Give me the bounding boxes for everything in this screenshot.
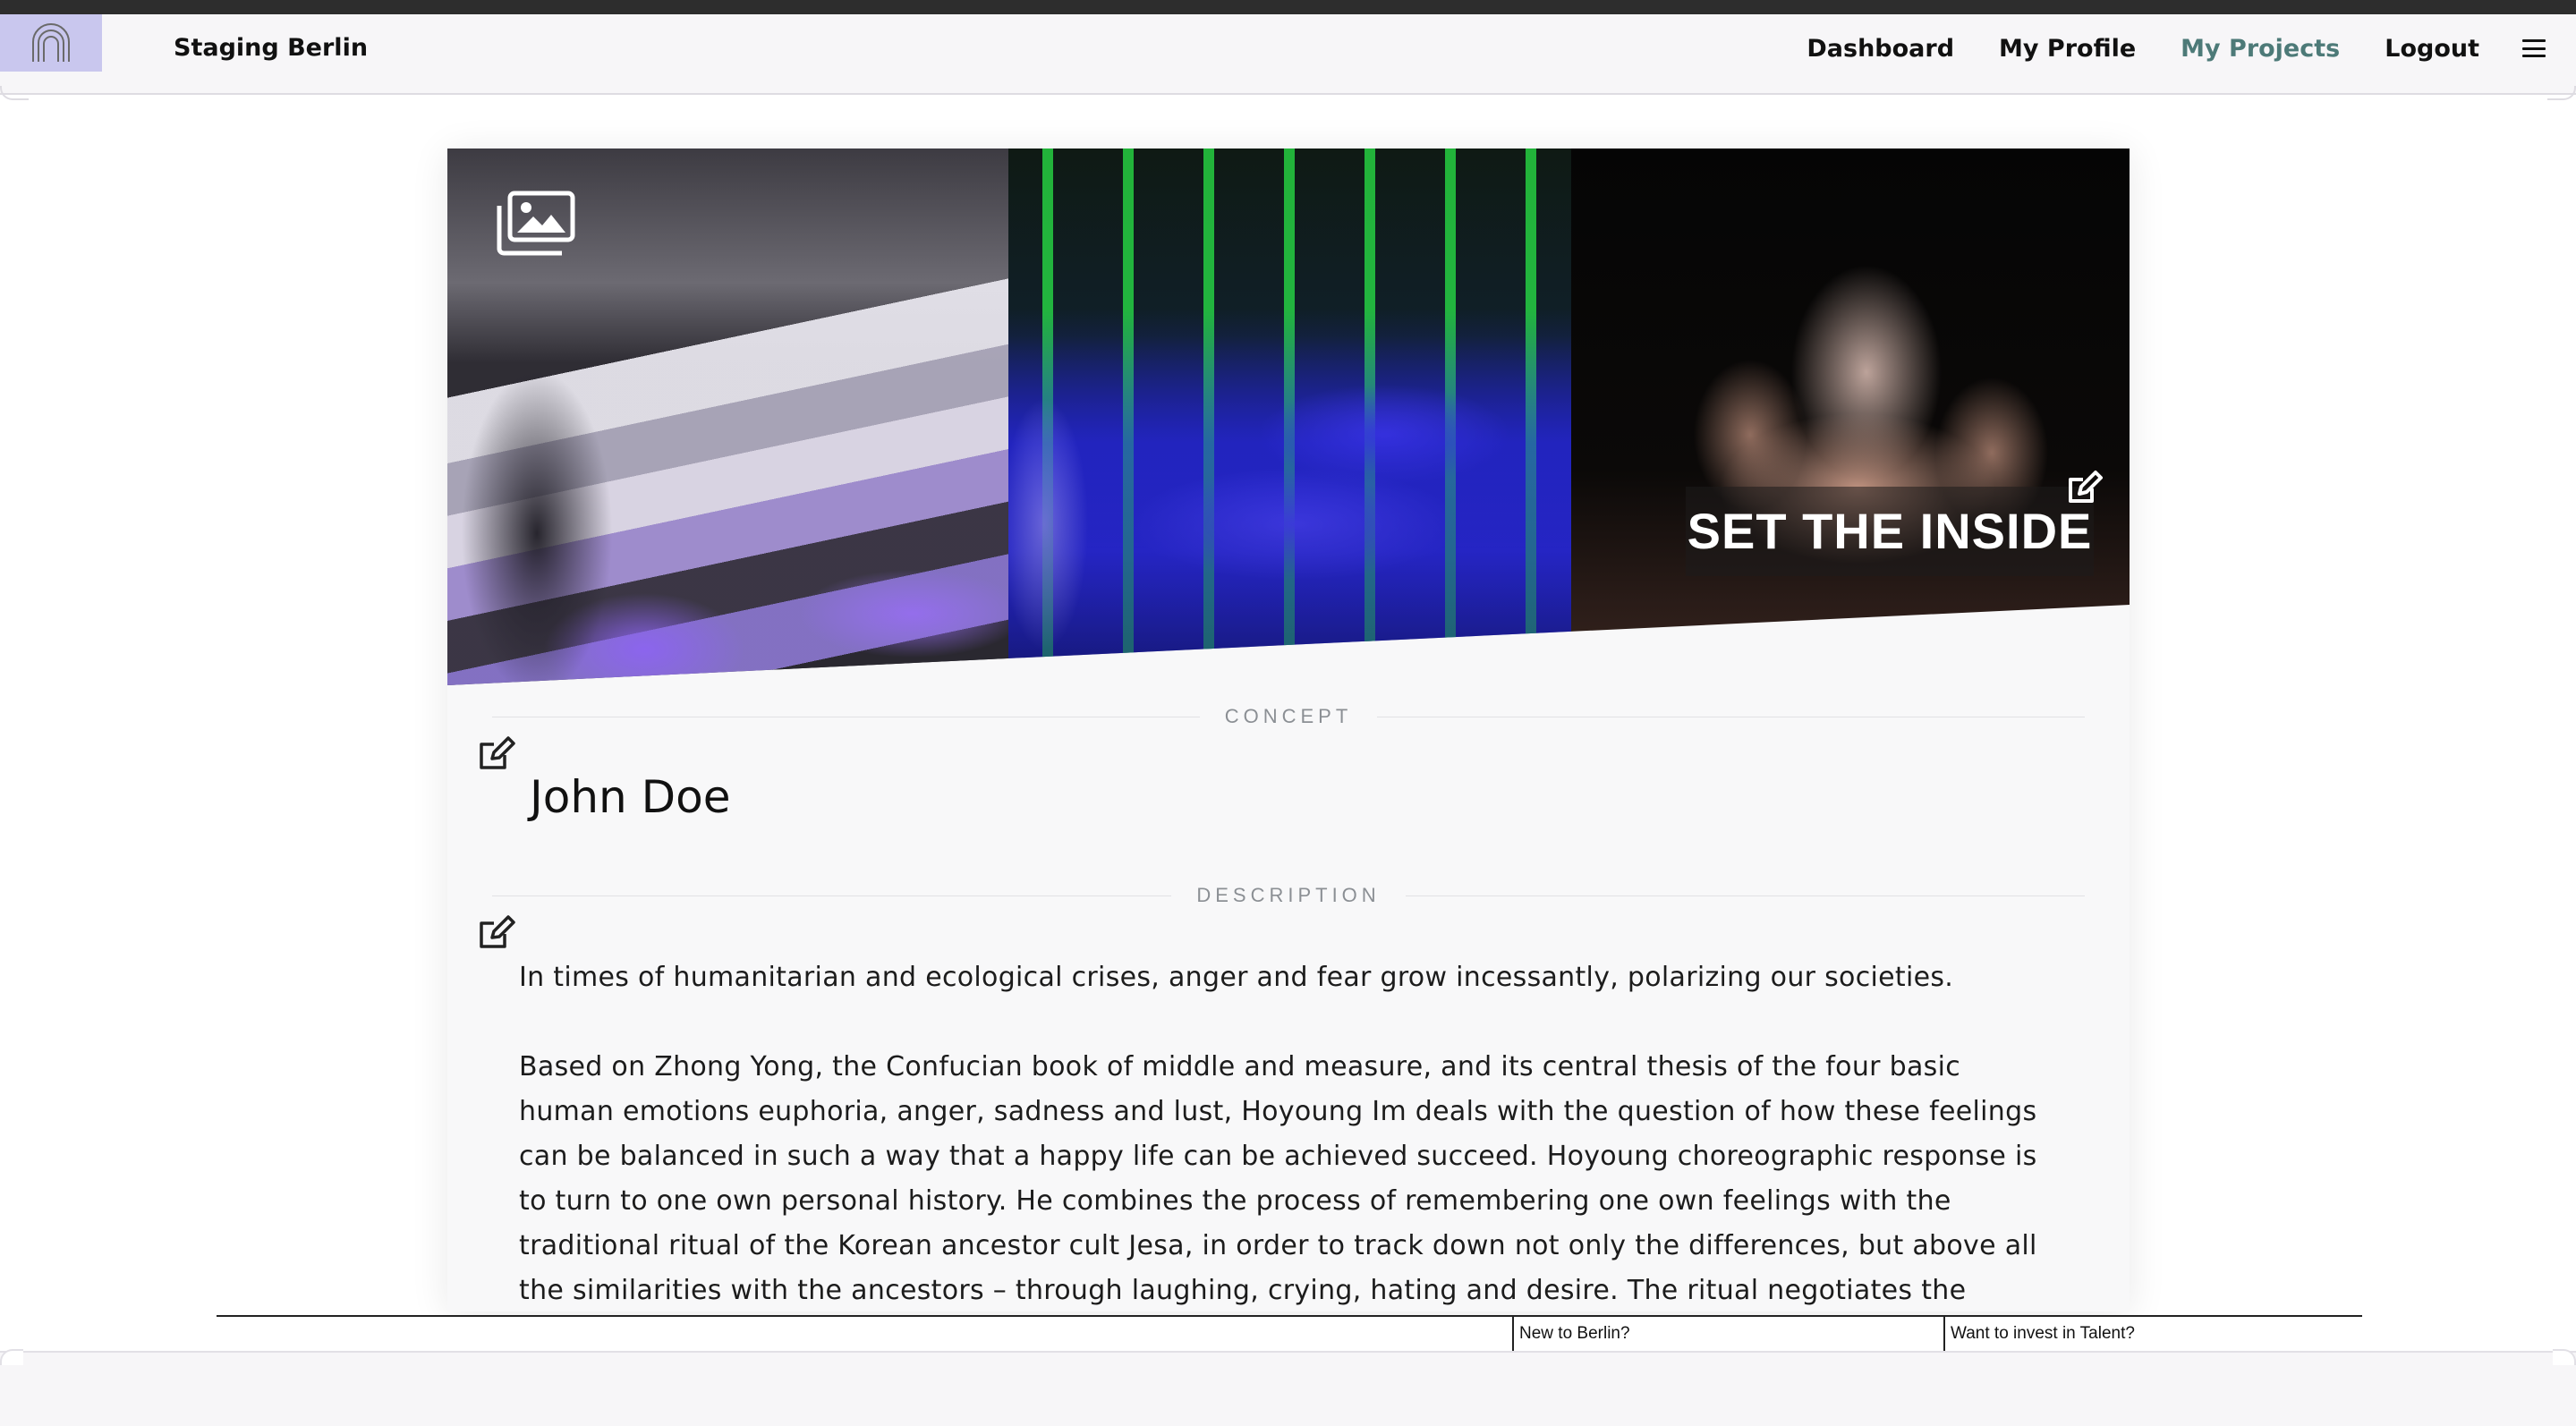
top-navbar: Staging Berlin Dashboard My Profile My P… xyxy=(0,14,2576,95)
footer-link-invest-in-talent[interactable]: Want to invest in Talent? xyxy=(1943,1317,2362,1351)
hero-image-ensemble[interactable] xyxy=(1571,149,2130,685)
navbar-corner-right xyxy=(2547,86,2576,100)
description-section-label: DESCRIPTION xyxy=(492,882,2086,909)
nav-logout[interactable]: Logout xyxy=(2385,35,2479,63)
edit-description-icon[interactable] xyxy=(478,914,517,950)
footer-link-new-to-berlin[interactable]: New to Berlin? xyxy=(1512,1317,1945,1351)
concept-label: CONCEPT xyxy=(1224,705,1353,727)
hero-gallery: SET THE INSIDE xyxy=(447,149,2130,685)
description-paragraph: In times of humanitarian and ecological … xyxy=(519,962,1954,993)
bottom-panel xyxy=(0,1351,2576,1426)
hero-image-strip xyxy=(447,149,2130,685)
hero-image-stage-lights[interactable] xyxy=(1008,149,1571,685)
project-card: SET THE INSIDE CONCEPT John Doe DESCRIPT… xyxy=(447,149,2130,1311)
concept-title: John Doe xyxy=(530,771,731,823)
arch-logo-icon xyxy=(32,23,70,62)
footer-bar: New to Berlin? Want to invest in Talent? xyxy=(217,1315,2362,1351)
gallery-icon[interactable] xyxy=(492,190,578,258)
nav-my-profile[interactable]: My Profile xyxy=(1999,35,2136,63)
concept-section-label: CONCEPT xyxy=(492,703,2085,730)
navbar-corner-left xyxy=(0,86,29,100)
hamburger-menu-icon[interactable] xyxy=(2522,39,2546,57)
nav-dashboard[interactable]: Dashboard xyxy=(1807,35,1954,63)
nav-links: Dashboard My Profile My Projects Logout xyxy=(1762,27,2576,70)
description-paragraph: Based on Zhong Yong, the Confucian book … xyxy=(519,1051,2037,1306)
project-title: SET THE INSIDE xyxy=(1687,503,2093,559)
description-label: DESCRIPTION xyxy=(1196,884,1381,906)
window-top-strip xyxy=(0,0,2576,14)
edit-concept-icon[interactable] xyxy=(478,735,517,771)
bottom-corner-left xyxy=(0,1349,23,1365)
brand-name[interactable]: Staging Berlin xyxy=(174,27,368,70)
description-text: In times of humanitarian and ecological … xyxy=(519,955,2040,1311)
logo[interactable] xyxy=(0,14,102,72)
edit-title-icon[interactable] xyxy=(2065,467,2104,506)
nav-my-projects[interactable]: My Projects xyxy=(2181,35,2340,63)
